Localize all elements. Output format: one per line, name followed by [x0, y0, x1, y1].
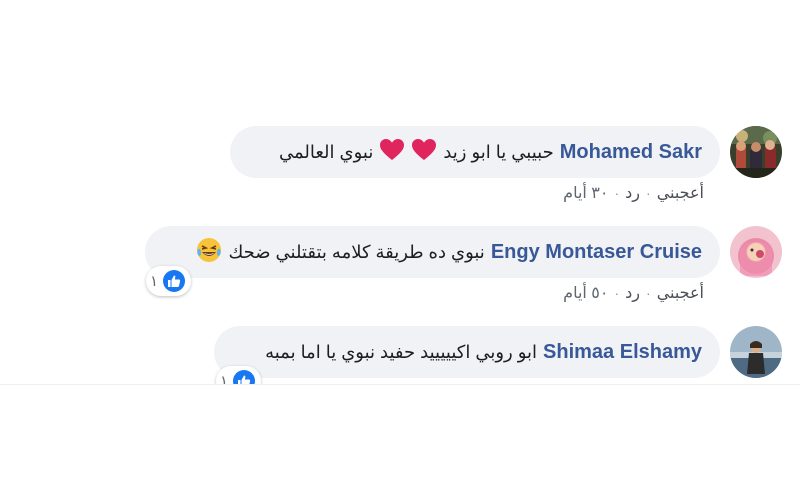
divider: [0, 384, 800, 385]
comment-author[interactable]: Engy Montaser Cruise: [491, 241, 702, 264]
heart-emoji: [411, 138, 437, 167]
comment-bubble: Engy Montaser Cruise نبوي ده طريقة كلامه…: [145, 226, 720, 278]
comment-author[interactable]: Mohamed Sakr: [560, 141, 702, 164]
avatar[interactable]: [730, 126, 782, 178]
comment-actions: أعجبني · رد · ٥٠ أيام: [563, 283, 704, 303]
comment-text-suffix: نبوي العالمي: [278, 141, 374, 162]
avatar[interactable]: [730, 326, 782, 378]
laughing-emoji: [196, 237, 222, 268]
reaction-count[interactable]: ١: [146, 266, 192, 296]
reaction-count[interactable]: ١: [216, 366, 262, 385]
comment-time[interactable]: ٥٠ أيام: [563, 283, 608, 303]
separator: ·: [646, 185, 651, 201]
comment-text: حبيبي يا ابو زيد: [443, 141, 554, 162]
separator: ·: [614, 185, 620, 201]
thumbs-up-icon: [163, 270, 186, 292]
separator: ·: [614, 285, 620, 301]
heart-emoji: [379, 138, 405, 167]
comment-text: ابو روبي اكيييييد حفيد نبوي يا اما بمبه: [265, 341, 538, 362]
reply-link[interactable]: رد: [625, 183, 640, 203]
separator: ·: [646, 285, 651, 301]
thumbs-up-icon: [233, 370, 256, 385]
reaction-count-value: ١: [150, 273, 159, 290]
comment-bubble: Shimaa Elshamy ابو روبي اكيييييد حفيد نب…: [214, 326, 720, 378]
avatar[interactable]: [730, 226, 782, 278]
comment-bubble: Mohamed Sakr حبيبي يا ابو زيد نبوي العال…: [230, 126, 720, 178]
comment-actions: أعجبني · رد · ٣٠ أيام: [563, 183, 704, 203]
comment-text: نبوي ده طريقة كلامه بتقتلني ضحك: [228, 241, 485, 262]
like-link[interactable]: أعجبني: [657, 283, 704, 303]
comment-author[interactable]: Shimaa Elshamy: [543, 341, 702, 364]
reply-link[interactable]: رد: [625, 283, 640, 303]
comment-time[interactable]: ٣٠ أيام: [563, 183, 608, 203]
like-link[interactable]: أعجبني: [657, 183, 704, 203]
comments-section: Mohamed Sakr حبيبي يا ابو زيد نبوي العال…: [0, 0, 800, 385]
